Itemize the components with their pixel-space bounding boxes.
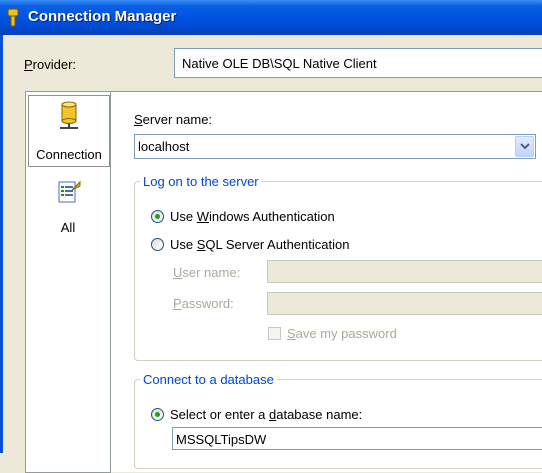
password-input[interactable] xyxy=(267,292,542,315)
page-connection-label: Connection xyxy=(36,147,102,162)
select-database-radio[interactable] xyxy=(151,408,164,421)
sql-auth-radio[interactable] xyxy=(151,238,164,251)
database-group xyxy=(134,379,542,469)
chevron-down-icon xyxy=(520,143,530,150)
page-all-label: All xyxy=(60,220,76,235)
database-group-title: Connect to a database xyxy=(140,372,277,387)
windows-auth-label[interactable]: Use Windows Authentication xyxy=(170,209,335,224)
app-icon xyxy=(7,8,19,27)
properties-list-icon xyxy=(58,180,81,203)
select-database-label[interactable]: Select or enter a database name: xyxy=(170,407,362,422)
password-label: Password: xyxy=(173,296,234,311)
server-name-combobox[interactable]: localhost xyxy=(134,134,536,159)
windows-auth-radio[interactable] xyxy=(151,210,164,223)
username-input[interactable] xyxy=(267,260,542,283)
database-cylinder-icon xyxy=(60,101,78,129)
server-name-label: Server name: xyxy=(134,112,213,127)
database-name-input[interactable]: MSSQLTipsDW xyxy=(172,427,542,450)
server-name-dropdown-button[interactable] xyxy=(515,136,534,157)
database-name-value: MSSQLTipsDW xyxy=(176,432,267,447)
window-title: Connection Manager xyxy=(28,8,177,25)
page-connection[interactable]: Connection xyxy=(28,95,110,167)
save-password-label[interactable]: Save my password xyxy=(287,326,397,341)
server-name-value: localhost xyxy=(138,139,190,154)
provider-field[interactable]: Native OLE DB\SQL Native Client xyxy=(174,48,542,78)
logon-group-title: Log on to the server xyxy=(140,174,262,189)
provider-value: Native OLE DB\SQL Native Client xyxy=(182,56,377,71)
sql-auth-label[interactable]: Use SQL Server Authentication xyxy=(170,237,349,252)
username-label: User name: xyxy=(173,265,241,280)
page-selector-panel: Connection All xyxy=(25,91,111,473)
page-all[interactable]: All xyxy=(28,178,108,238)
title-bar[interactable]: Connection Manager xyxy=(0,0,542,36)
provider-label: Provider: xyxy=(24,57,77,72)
save-password-checkbox[interactable] xyxy=(268,327,281,340)
